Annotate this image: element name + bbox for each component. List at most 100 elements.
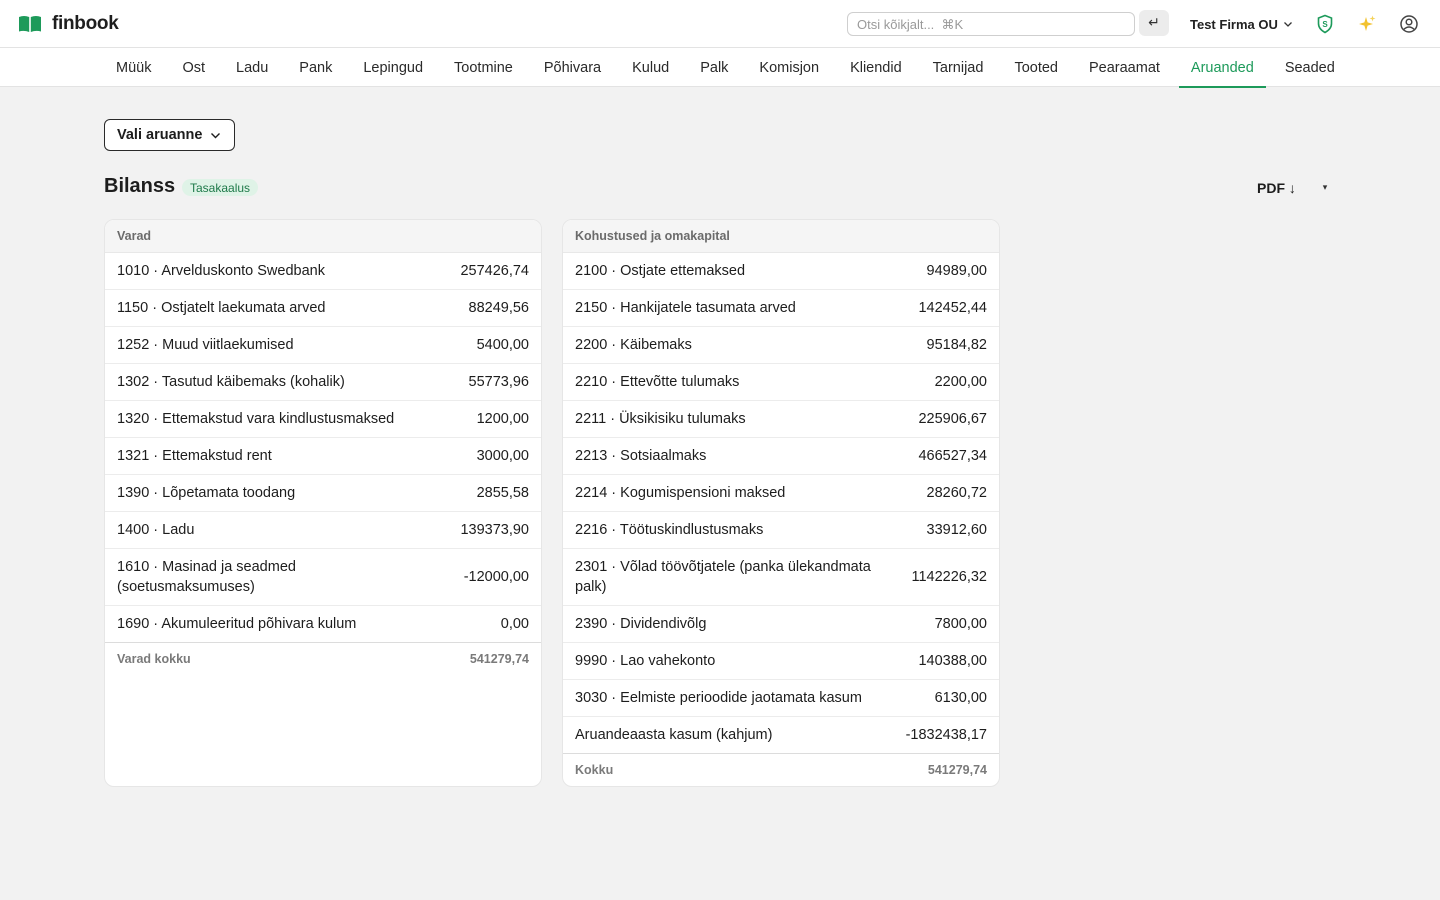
table-row[interactable]: 2390 · Dividendivõlg 7800,00	[563, 606, 999, 643]
tab-ost[interactable]: Ost	[170, 48, 217, 87]
account-amount: 28260,72	[926, 485, 987, 501]
shield-icon[interactable]: S	[1313, 12, 1337, 36]
account-amount: 140388,00	[918, 653, 987, 669]
table-row[interactable]: 1302 · Tasutud käibemaks (kohalik) 55773,…	[105, 364, 541, 401]
assets-total-amount: 541279,74	[469, 651, 529, 666]
chevron-down-icon	[211, 132, 221, 138]
tab-kliendid[interactable]: Kliendid	[838, 48, 914, 87]
account-amount: 0,00	[500, 616, 529, 632]
account-amount: 2200,00	[934, 374, 987, 390]
account-label: 2216 · Töötuskindlustusmaks	[575, 522, 764, 538]
table-row[interactable]: 3030 · Eelmiste perioodide jaotamata kas…	[563, 680, 999, 717]
liabilities-table-header: Kohustused ja omakapital	[563, 220, 999, 253]
app-name: finbook	[52, 13, 119, 34]
tab-tootmine[interactable]: Tootmine	[442, 48, 525, 87]
account-amount: 6130,00	[934, 690, 987, 706]
table-row[interactable]: 1610 · Masinad ja seadmed (soetusmaksumu…	[105, 549, 541, 606]
account-label: 2390 · Dividendivõlg	[575, 616, 707, 632]
table-row[interactable]: Aruandeaasta kasum (kahjum) -1832438,17	[563, 717, 999, 754]
liabilities-table: Kohustused ja omakapital 2100 · Ostjate …	[562, 219, 1000, 787]
table-row[interactable]: 1150 · Ostjatelt laekumata arved 88249,56	[105, 290, 541, 327]
account-label: 1252 · Muud viitlaekumised	[117, 337, 294, 353]
account-label: 2100 · Ostjate ettemaksed	[575, 263, 746, 279]
account-amount: 55773,96	[468, 374, 529, 390]
pdf-options-dropdown[interactable]: ▾	[1318, 180, 1332, 196]
table-row[interactable]: 1321 · Ettemakstud rent 3000,00	[105, 438, 541, 475]
table-row[interactable]: 2150 · Hankijatele tasumata arved 142452,…	[563, 290, 999, 327]
tab-pank[interactable]: Pank	[287, 48, 344, 87]
account-label: 2200 · Käibemaks	[575, 337, 692, 353]
tab-komisjon[interactable]: Komisjon	[747, 48, 831, 87]
table-row[interactable]: 2100 · Ostjate ettemaksed 94989,00	[563, 253, 999, 290]
account-amount: 94989,00	[926, 263, 987, 279]
account-label: Aruandeaasta kasum (kahjum)	[575, 727, 773, 743]
pdf-export-button[interactable]: PDF ↓	[1257, 178, 1296, 198]
account-label: 2210 · Ettevõtte tulumaks	[575, 374, 740, 390]
account-amount: 33912,60	[926, 522, 987, 538]
tab-tooted[interactable]: Tooted	[1002, 48, 1070, 87]
table-row[interactable]: 2214 · Kogumispensioni maksed 28260,72	[563, 475, 999, 512]
app-logo[interactable]: finbook	[18, 12, 119, 36]
liabilities-rows: 2100 · Ostjate ettemaksed 94989,00 2150 · …	[563, 253, 999, 754]
table-row[interactable]: 2213 · Sotsiaalmaks 466527,34	[563, 438, 999, 475]
table-row[interactable]: 1390 · Lõpetamata toodang 2855,58	[105, 475, 541, 512]
tab-kulud[interactable]: Kulud	[620, 48, 681, 87]
search-submit-button[interactable]: ↵	[1139, 10, 1169, 36]
company-switcher[interactable]: Test Firma OU	[1190, 14, 1293, 34]
account-label: 2301 · Võlad töövõtjatele (panka ülekand…	[575, 559, 871, 595]
account-amount: 88249,56	[468, 300, 529, 316]
table-row[interactable]: 1252 · Muud viitlaekumised 5400,00	[105, 327, 541, 364]
account-label: 1320 · Ettemakstud vara kindlustusmaksed	[117, 411, 395, 427]
select-report-dropdown[interactable]: Vali aruanne	[104, 119, 235, 151]
account-amount: 2855,58	[476, 485, 529, 501]
account-label: 1150 · Ostjatelt laekumata arved	[117, 300, 326, 316]
top-bar: finbook ↵ Test Firma OU S	[0, 0, 1440, 48]
account-label: 2150 · Hankijatele tasumata arved	[575, 300, 796, 316]
table-row[interactable]: 2200 · Käibemaks 95184,82	[563, 327, 999, 364]
svg-text:S: S	[1322, 20, 1328, 29]
liabilities-total-row: Kokku 541279,74	[563, 753, 999, 785]
account-amount: 1200,00	[476, 411, 529, 427]
table-row[interactable]: 1010 · Arvelduskonto Swedbank 257426,74	[105, 253, 541, 290]
account-amount: 142452,44	[918, 300, 987, 316]
nav-tabs: Müük Ost Ladu Pank Lepingud Tootmine Põh…	[104, 48, 1354, 88]
assets-table: Varad 1010 · Arvelduskonto Swedbank 25742…	[104, 219, 542, 787]
table-row[interactable]: 2211 · Üksikisiku tulumaks 225906,67	[563, 401, 999, 438]
liabilities-total-label: Kokku	[575, 762, 614, 777]
table-row[interactable]: 1400 · Ladu 139373,90	[105, 512, 541, 549]
account-amount: 257426,74	[460, 263, 529, 279]
assets-total-row: Varad kokku 541279,74	[105, 642, 541, 674]
account-amount: 1142226,32	[911, 569, 987, 585]
account-label: 1690 · Akumuleeritud põhivara kulum	[117, 616, 357, 632]
tab-aruanded[interactable]: Aruanded	[1178, 48, 1266, 88]
select-report-label: Vali aruanne	[117, 127, 203, 143]
tab-lepingud[interactable]: Lepingud	[351, 48, 435, 87]
account-label: 1302 · Tasutud käibemaks (kohalik)	[117, 374, 345, 390]
tab-ladu[interactable]: Ladu	[224, 48, 280, 87]
tab-tarnijad[interactable]: Tarnijad	[921, 48, 996, 87]
account-amount: 466527,34	[918, 448, 987, 464]
account-amount: -12000,00	[463, 569, 529, 585]
tab-palk[interactable]: Palk	[688, 48, 740, 87]
table-row[interactable]: 2301 · Võlad töövõtjatele (panka ülekand…	[563, 549, 999, 606]
table-row[interactable]: 9990 · Lao vahekonto 140388,00	[563, 643, 999, 680]
table-row[interactable]: 2216 · Töötuskindlustusmaks 33912,60	[563, 512, 999, 549]
status-badge: Tasakaalus	[182, 179, 259, 196]
user-icon[interactable]	[1397, 12, 1421, 36]
sparkle-icon[interactable]	[1355, 12, 1379, 36]
chevron-down-icon	[1283, 22, 1292, 27]
tab-pearaamat[interactable]: Pearaamat	[1077, 48, 1172, 87]
tab-pohivara[interactable]: Põhivara	[532, 48, 613, 87]
search-input[interactable]	[847, 12, 1135, 36]
account-amount: -1832438,17	[905, 727, 987, 743]
liabilities-total-amount: 541279,74	[927, 762, 987, 777]
page-title: Bilanss	[104, 175, 176, 197]
account-label: 3030 · Eelmiste perioodide jaotamata kas…	[575, 690, 862, 706]
tab-seaded[interactable]: Seaded	[1273, 48, 1347, 87]
table-row[interactable]: 1690 · Akumuleeritud põhivara kulum 0,00	[105, 606, 541, 643]
table-row[interactable]: 1320 · Ettemakstud vara kindlustusmaksed…	[105, 401, 541, 438]
account-label: 1610 · Masinad ja seadmed (soetusmaksumu…	[117, 559, 296, 595]
tab-muuk[interactable]: Müük	[104, 48, 163, 87]
table-row[interactable]: 2210 · Ettevõtte tulumaks 2200,00	[563, 364, 999, 401]
company-name: Test Firma OU	[1190, 16, 1278, 32]
